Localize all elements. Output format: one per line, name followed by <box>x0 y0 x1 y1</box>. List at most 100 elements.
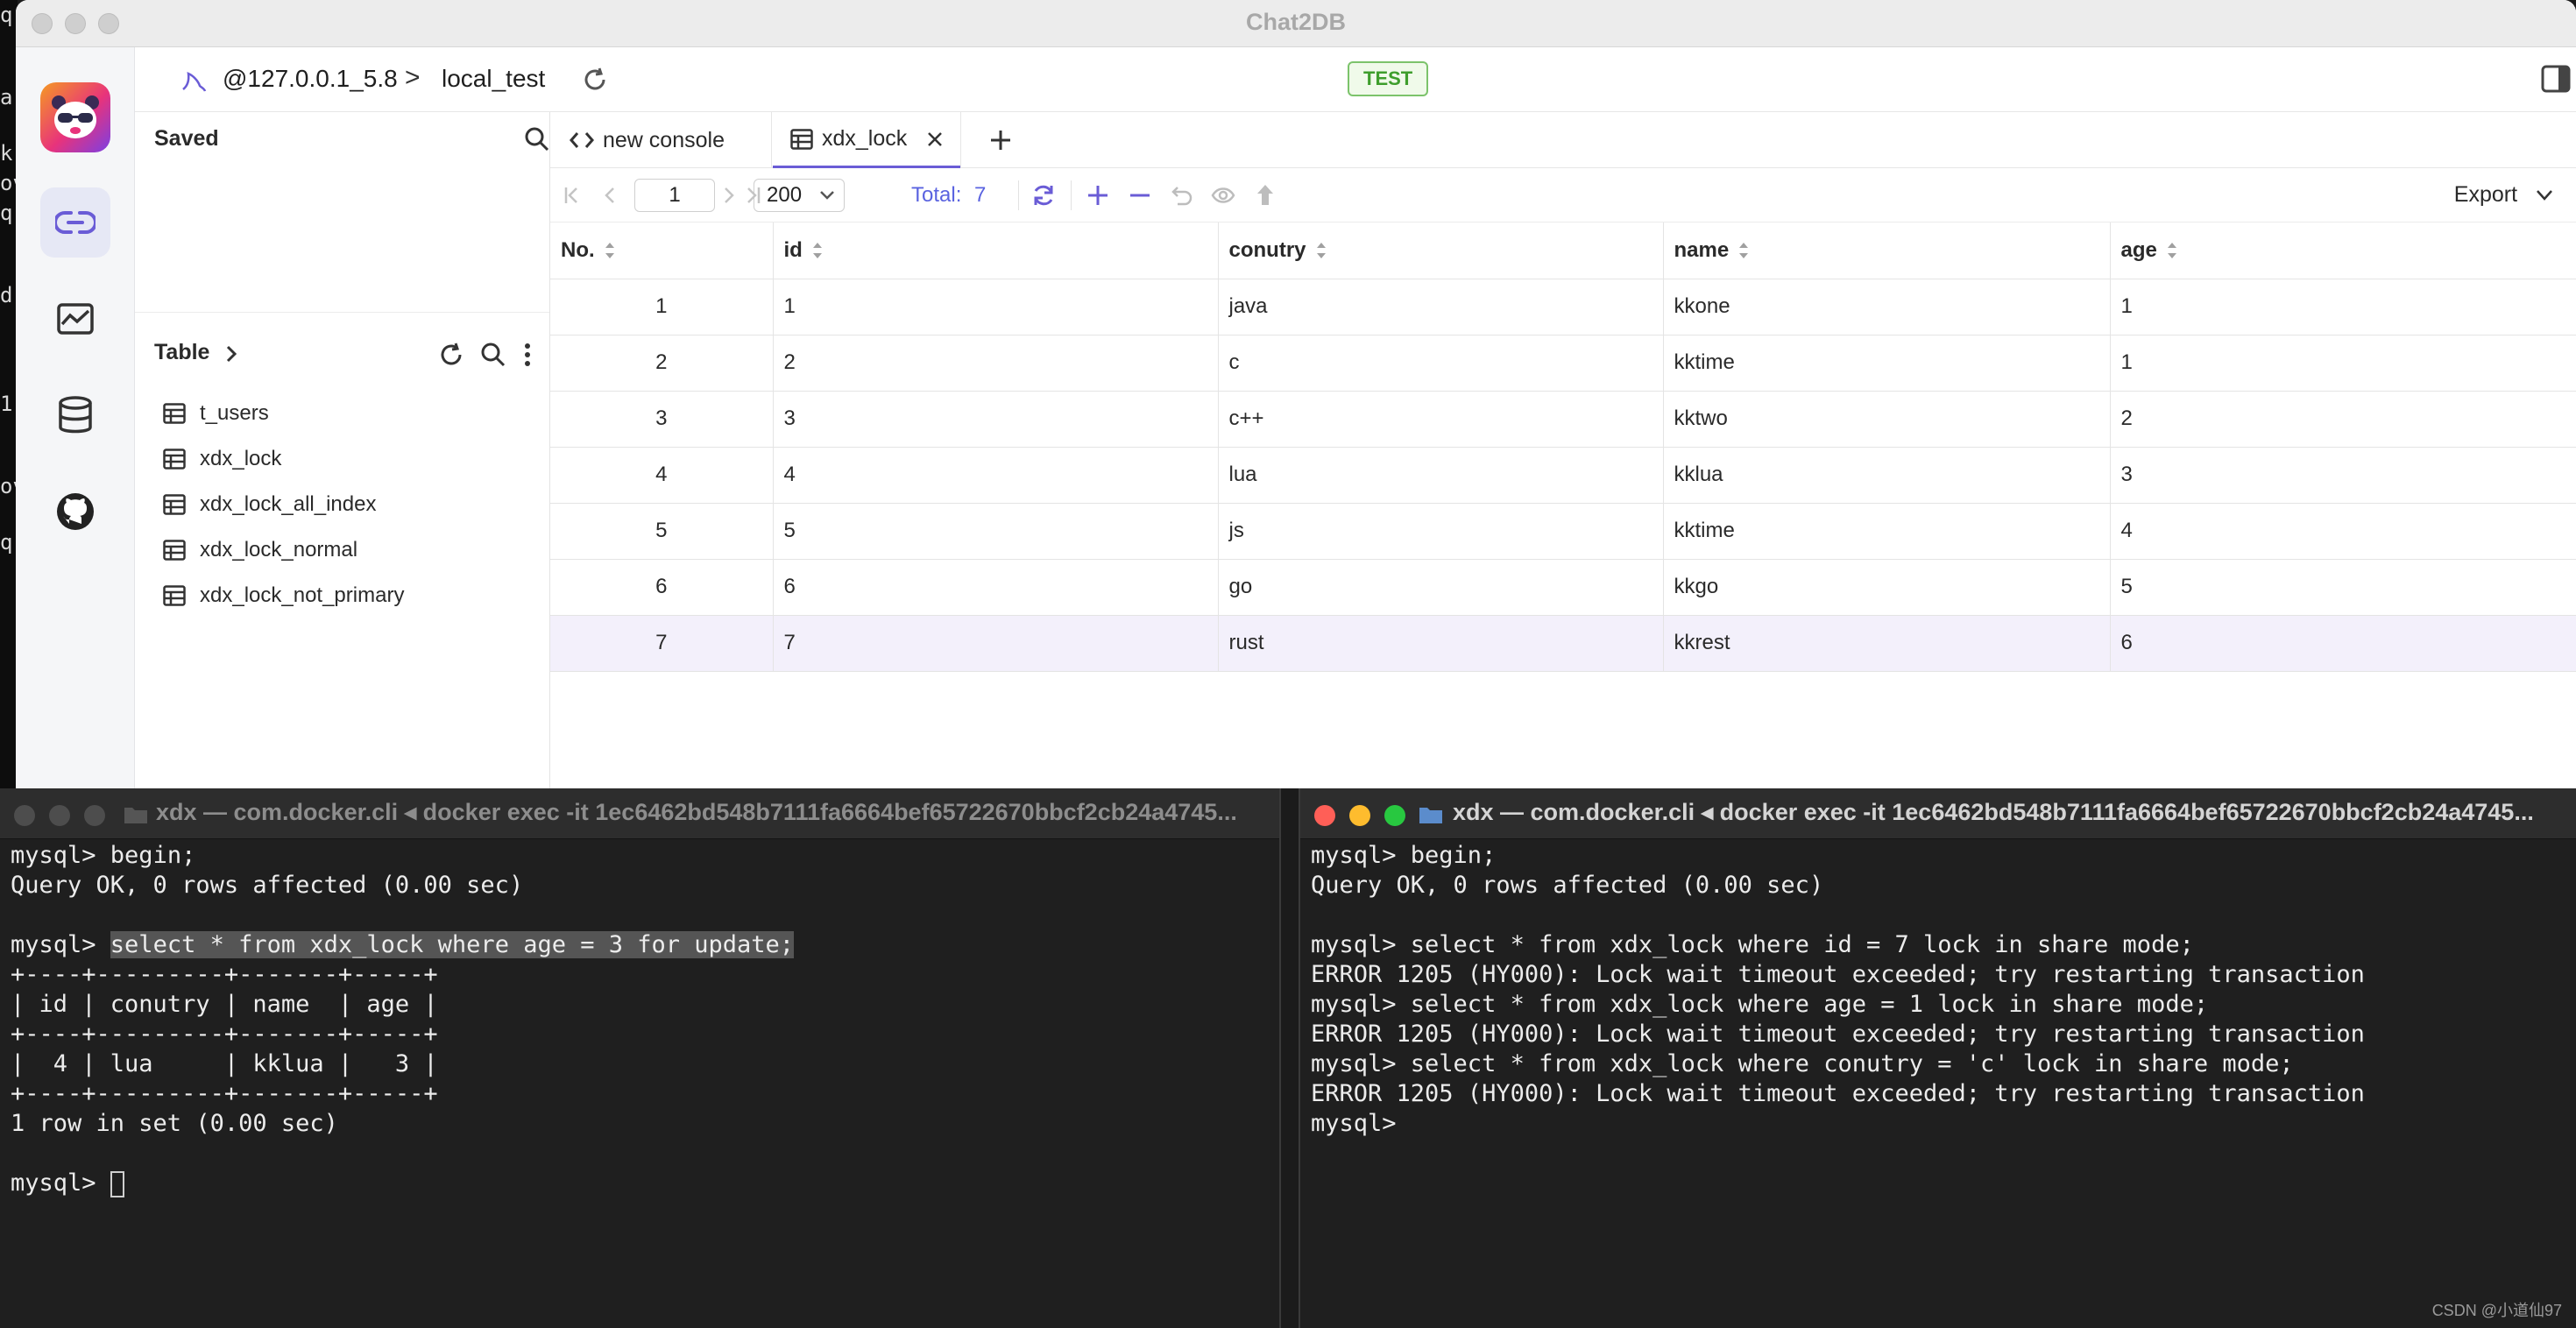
cell-id[interactable]: 1 <box>773 279 1219 336</box>
preview-icon[interactable] <box>1211 184 1235 207</box>
sort-icon[interactable] <box>2166 240 2178 261</box>
cell-conutry[interactable]: js <box>1218 503 1664 560</box>
output-line: +----+---------+-------+-----+ <box>11 1080 438 1107</box>
cell-age[interactable]: 1 <box>2110 279 2576 336</box>
table-row[interactable]: 5 5 js kktime 4 <box>550 503 2576 560</box>
submit-icon[interactable] <box>1255 182 1276 207</box>
table-item[interactable]: xdx_lock <box>163 441 281 477</box>
prev-page-icon[interactable] <box>603 186 617 205</box>
close-icon[interactable] <box>926 131 944 148</box>
cell-name[interactable]: kklua <box>1663 447 2111 504</box>
refresh-icon[interactable] <box>582 67 608 93</box>
cell-conutry[interactable]: lua <box>1218 447 1664 504</box>
row-number-cell: 3 <box>550 391 774 448</box>
sort-icon[interactable] <box>1737 240 1750 261</box>
first-page-icon[interactable] <box>563 186 580 205</box>
more-vertical-icon[interactable] <box>522 342 533 368</box>
chevron-down-icon <box>820 191 834 200</box>
terminal-output[interactable]: mysql> begin; Query OK, 0 rows affected … <box>11 841 795 1198</box>
reload-data-icon[interactable] <box>1030 182 1057 208</box>
highlighted-command[interactable]: select * from xdx_lock where age = 3 for… <box>110 931 795 958</box>
cell-conutry[interactable]: java <box>1218 279 1664 336</box>
refresh-icon[interactable] <box>438 342 464 368</box>
dashboard-nav-button[interactable] <box>40 284 110 354</box>
tab-new-console[interactable]: new console <box>550 112 771 168</box>
sort-icon[interactable] <box>811 240 824 261</box>
page-size-select[interactable]: 200 <box>754 179 845 212</box>
cell-id[interactable]: 5 <box>773 503 1219 560</box>
minimize-window-button[interactable] <box>1349 805 1370 826</box>
cell-age[interactable]: 1 <box>2110 335 2576 392</box>
zoom-window-button[interactable] <box>84 805 105 826</box>
cell-age[interactable]: 4 <box>2110 503 2576 560</box>
panel-toggle-icon[interactable] <box>2541 65 2571 93</box>
window-title: Chat2DB <box>1245 9 1346 35</box>
terminal-output[interactable]: mysql> begin; Query OK, 0 rows affected … <box>1311 841 2365 1139</box>
connections-nav-button[interactable] <box>40 187 110 258</box>
sort-icon[interactable] <box>1315 240 1327 261</box>
table-row[interactable]: 1 1 java kkone 1 <box>550 279 2576 336</box>
delete-row-icon[interactable] <box>1129 184 1151 207</box>
add-tab-icon[interactable] <box>988 128 1013 152</box>
close-window-button[interactable] <box>14 805 35 826</box>
github-nav-button[interactable] <box>40 477 110 547</box>
cell-id[interactable]: 4 <box>773 447 1219 504</box>
export-button[interactable]: Export <box>2454 182 2553 208</box>
cell-id[interactable]: 2 <box>773 335 1219 392</box>
cell-name[interactable]: kkone <box>1663 279 2111 336</box>
bg-fragment: q: <box>0 201 18 225</box>
cell-name[interactable]: kktime <box>1663 503 2111 560</box>
connection-host[interactable]: @127.0.0.1_5.8 <box>223 65 398 93</box>
total-count: Total: 7 <box>911 183 986 208</box>
table-item[interactable]: t_users <box>163 396 269 431</box>
cell-name[interactable]: kkgo <box>1663 559 2111 616</box>
table-row-selected[interactable]: 7 7 rust kkrest 6 <box>550 615 2576 672</box>
cell-conutry[interactable]: rust <box>1218 615 1664 672</box>
next-page-icon[interactable] <box>722 186 736 205</box>
page-number-input[interactable]: 1 <box>634 179 715 212</box>
add-row-icon[interactable] <box>1086 184 1109 207</box>
table-item[interactable]: xdx_lock_not_primary <box>163 578 404 613</box>
chevron-right-icon[interactable] <box>224 344 238 364</box>
last-page-icon[interactable] <box>745 186 762 205</box>
sort-icon[interactable] <box>604 240 616 261</box>
database-nav-button[interactable] <box>40 380 110 450</box>
table-row[interactable]: 6 6 go kkgo 5 <box>550 559 2576 616</box>
table-section-title[interactable]: Table <box>154 340 209 365</box>
bg-fragment: k- <box>0 141 18 166</box>
cell-id[interactable]: 3 <box>773 391 1219 448</box>
cell-age[interactable]: 6 <box>2110 615 2576 672</box>
column-header[interactable]: id <box>773 223 1219 279</box>
cell-conutry[interactable]: c <box>1218 335 1664 392</box>
table-row[interactable]: 4 4 lua kklua 3 <box>550 447 2576 504</box>
cell-name[interactable]: kktime <box>1663 335 2111 392</box>
cell-id[interactable]: 7 <box>773 615 1219 672</box>
tab-xdx-lock[interactable]: xdx_lock <box>773 112 960 168</box>
column-header[interactable]: No. <box>550 223 774 279</box>
cell-conutry[interactable]: c++ <box>1218 391 1664 448</box>
cell-id[interactable]: 6 <box>773 559 1219 616</box>
zoom-window-button[interactable] <box>1384 805 1405 826</box>
search-icon[interactable] <box>480 342 506 368</box>
search-icon[interactable] <box>524 126 550 152</box>
mysql-dolphin-icon <box>182 72 207 92</box>
table-item[interactable]: xdx_lock_all_index <box>163 487 376 522</box>
code-icon <box>570 132 594 148</box>
database-name[interactable]: local_test <box>442 65 545 93</box>
column-header[interactable]: conutry <box>1218 223 1664 279</box>
cell-conutry[interactable]: go <box>1218 559 1664 616</box>
undo-icon[interactable] <box>1171 184 1193 207</box>
table-row[interactable]: 3 3 c++ kktwo 2 <box>550 391 2576 448</box>
cell-age[interactable]: 3 <box>2110 447 2576 504</box>
cell-name[interactable]: kkrest <box>1663 615 2111 672</box>
app-logo[interactable] <box>40 82 110 152</box>
column-header[interactable]: name <box>1663 223 2111 279</box>
table-row[interactable]: 2 2 c kktime 1 <box>550 335 2576 392</box>
table-item[interactable]: xdx_lock_normal <box>163 533 357 568</box>
column-header[interactable]: age <box>2110 223 2576 279</box>
close-window-button[interactable] <box>1314 805 1335 826</box>
cell-name[interactable]: kktwo <box>1663 391 2111 448</box>
cell-age[interactable]: 2 <box>2110 391 2576 448</box>
minimize-window-button[interactable] <box>49 805 70 826</box>
cell-age[interactable]: 5 <box>2110 559 2576 616</box>
